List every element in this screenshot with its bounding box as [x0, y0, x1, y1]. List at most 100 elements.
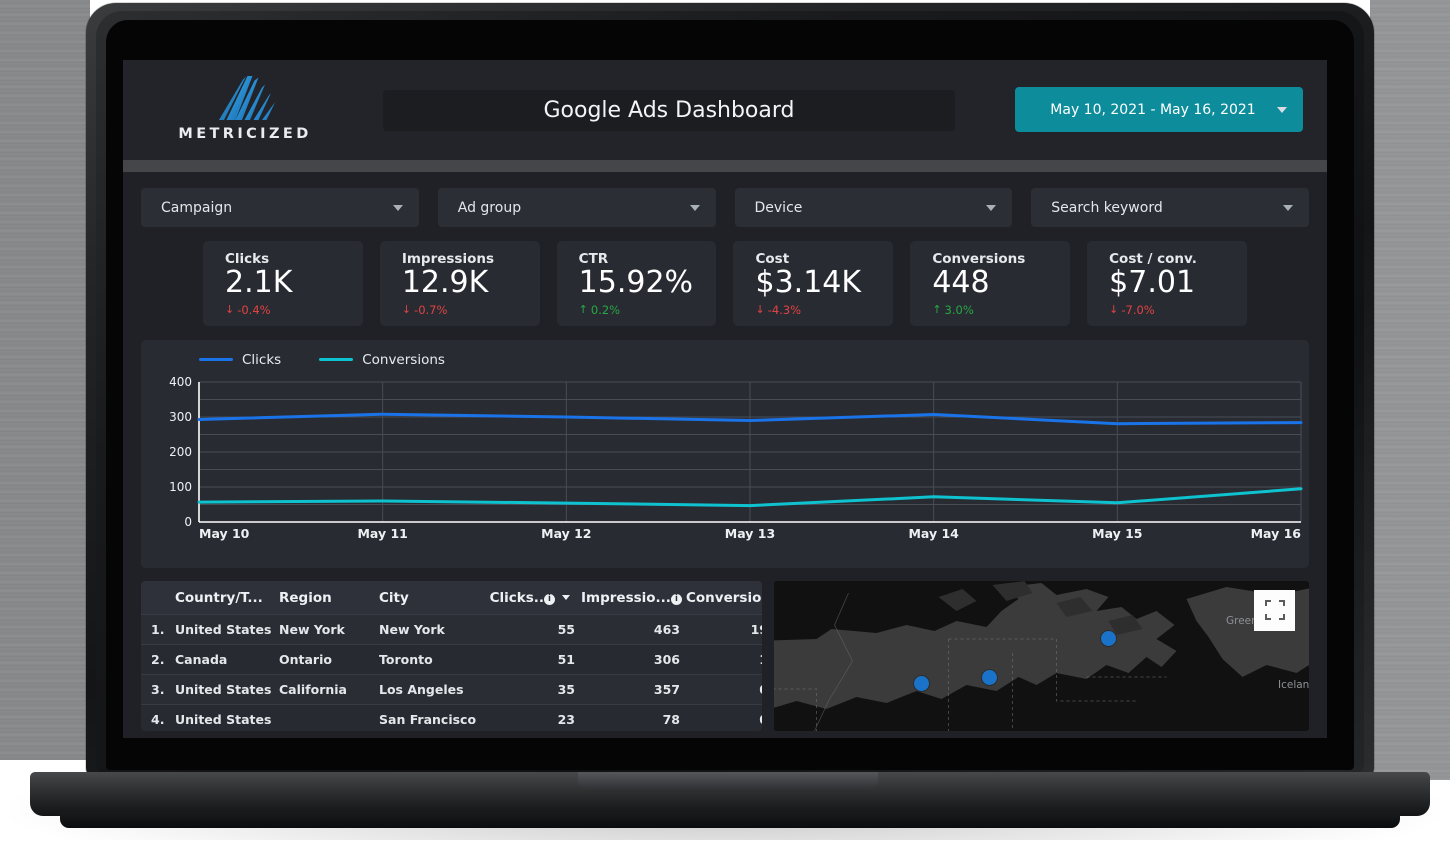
table-row[interactable]: 4.United StatesSan Francisco23780 — [141, 704, 762, 731]
laptop-base-notch — [578, 772, 878, 792]
cell-impr: 306 — [581, 644, 686, 674]
kpi-delta: ↓ -0.4% — [225, 303, 363, 317]
cell-city: San Francisco — [379, 704, 489, 731]
filter-device[interactable]: Device — [735, 188, 1013, 227]
svg-text:200: 200 — [169, 445, 192, 459]
filter-ad-group[interactable]: Ad group — [438, 188, 716, 227]
svg-text:May 10: May 10 — [199, 526, 250, 541]
cell-country: United States — [175, 704, 279, 731]
kpi-delta-value: -0.4% — [237, 303, 270, 317]
col-region[interactable]: Region — [279, 581, 379, 615]
kpi-card-conversions[interactable]: Conversions 448 ↑ 3.0% — [910, 241, 1070, 326]
map-marker[interactable] — [914, 676, 929, 691]
kpi-delta: ↓ -0.7% — [402, 303, 540, 317]
geo-map-panel[interactable]: Greenland Iceland — [774, 581, 1309, 731]
page-title: Google Ads Dashboard — [543, 98, 794, 123]
table-row[interactable]: 1.United StatesNew YorkNew York5546319 — [141, 614, 762, 644]
kpi-card-clicks[interactable]: Clicks 2.1K ↓ -0.4% — [203, 241, 363, 326]
laptop-foot — [60, 812, 1400, 828]
kpi-card-cost[interactable]: Cost $3.14K ↓ -4.3% — [733, 241, 893, 326]
chart-legend: Clicks Conversions — [155, 352, 1295, 368]
svg-text:May 15: May 15 — [1092, 526, 1142, 541]
col-clicks[interactable]: Clicks..i — [489, 581, 581, 615]
cell-idx: 1. — [141, 614, 175, 644]
arrow-down-icon: ↓ — [755, 304, 764, 315]
col-city[interactable]: City — [379, 581, 489, 615]
legend-label: Conversions — [362, 352, 445, 368]
svg-text:400: 400 — [169, 375, 192, 389]
cell-conv: 0 — [686, 674, 762, 704]
map-marker[interactable] — [982, 670, 997, 685]
kpi-delta: ↑ 0.2% — [579, 303, 717, 317]
arrow-up-icon: ↑ — [579, 304, 588, 315]
cell-idx: 4. — [141, 704, 175, 731]
cell-region: New York — [279, 614, 379, 644]
kpi-row: Clicks 2.1K ↓ -0.4% Impressions 12.9K ↓ … — [141, 241, 1309, 326]
legend-item-clicks[interactable]: Clicks — [199, 352, 281, 368]
col-index — [141, 581, 175, 615]
table-body: 1.United StatesNew YorkNew York55463192.… — [141, 614, 762, 731]
brand-logo: METRICIZED — [165, 74, 325, 142]
cell-conv: 1 — [686, 644, 762, 674]
col-impressions[interactable]: Impressio...i — [581, 581, 686, 615]
kpi-delta: ↓ -7.0% — [1109, 303, 1247, 317]
sort-desc-icon[interactable] — [562, 595, 570, 600]
map-marker[interactable] — [1101, 631, 1116, 646]
fullscreen-icon — [1265, 600, 1285, 620]
brand-name: METRICIZED — [165, 126, 325, 142]
info-icon[interactable]: i — [544, 594, 555, 605]
svg-text:May 16: May 16 — [1251, 526, 1302, 541]
background-texture-left — [0, 0, 90, 760]
filter-campaign-label: Campaign — [141, 200, 393, 216]
col-country[interactable]: Country/T... — [175, 581, 279, 615]
cell-city: New York — [379, 614, 489, 644]
cell-region — [279, 704, 379, 731]
filter-campaign[interactable]: Campaign — [141, 188, 419, 227]
legend-label: Clicks — [242, 352, 281, 368]
kpi-delta-value: -0.7% — [414, 303, 447, 317]
chevron-down-icon — [690, 205, 700, 211]
kpi-value: 15.92% — [579, 266, 717, 300]
timeseries-chart-panel: Clicks Conversions 0100200300400May 10Ma… — [141, 340, 1309, 568]
kpi-card-impressions[interactable]: Impressions 12.9K ↓ -0.7% — [380, 241, 540, 326]
chevron-down-icon — [986, 205, 996, 211]
filter-search-keyword[interactable]: Search keyword — [1031, 188, 1309, 227]
table-row[interactable]: 3.United StatesCaliforniaLos Angeles3535… — [141, 674, 762, 704]
col-clicks-label: Clicks.. — [490, 590, 544, 606]
filter-device-label: Device — [735, 200, 987, 216]
filter-search-keyword-label: Search keyword — [1031, 200, 1283, 216]
dashboard-title-box: Google Ads Dashboard — [383, 90, 955, 131]
cell-clicks: 51 — [489, 644, 581, 674]
svg-text:100: 100 — [169, 480, 192, 494]
background-texture-right — [1370, 0, 1450, 780]
dashboard-screen: METRICIZED Google Ads Dashboard May 10, … — [123, 60, 1327, 738]
kpi-delta: ↓ -4.3% — [755, 303, 893, 317]
col-conversions[interactable]: Conversions — [686, 581, 762, 615]
map-fullscreen-button[interactable] — [1254, 590, 1295, 631]
svg-text:May 13: May 13 — [725, 526, 775, 541]
arrow-up-icon: ↑ — [932, 304, 941, 315]
cell-city: Los Angeles — [379, 674, 489, 704]
chevron-down-icon — [1283, 205, 1293, 211]
kpi-value: 12.9K — [402, 266, 540, 300]
legend-item-conversions[interactable]: Conversions — [319, 352, 445, 368]
date-range-picker[interactable]: May 10, 2021 - May 16, 2021 — [1015, 87, 1303, 132]
kpi-delta-value: 0.2% — [591, 303, 620, 317]
svg-text:May 14: May 14 — [908, 526, 959, 541]
kpi-card-cost-per-conv[interactable]: Cost / conv. $7.01 ↓ -7.0% — [1087, 241, 1247, 326]
map-label-iceland: Iceland — [1278, 679, 1309, 691]
col-impressions-label: Impressio... — [581, 590, 671, 606]
kpi-value: 2.1K — [225, 266, 363, 300]
table-row[interactable]: 2.CanadaOntarioToronto513061 — [141, 644, 762, 674]
svg-text:0: 0 — [184, 515, 192, 529]
cell-region: Ontario — [279, 644, 379, 674]
arrow-down-icon: ↓ — [225, 304, 234, 315]
cell-clicks: 35 — [489, 674, 581, 704]
filter-ad-group-label: Ad group — [438, 200, 690, 216]
kpi-card-ctr[interactable]: CTR 15.92% ↑ 0.2% — [557, 241, 717, 326]
dashboard-body: Campaign Ad group Device Search keyword — [123, 172, 1327, 731]
date-range-label: May 10, 2021 - May 16, 2021 — [1015, 102, 1277, 118]
arrow-down-icon: ↓ — [1109, 304, 1118, 315]
info-icon[interactable]: i — [671, 594, 682, 605]
bottom-row: Country/T... Region City Clicks..i Impre… — [141, 581, 1309, 731]
